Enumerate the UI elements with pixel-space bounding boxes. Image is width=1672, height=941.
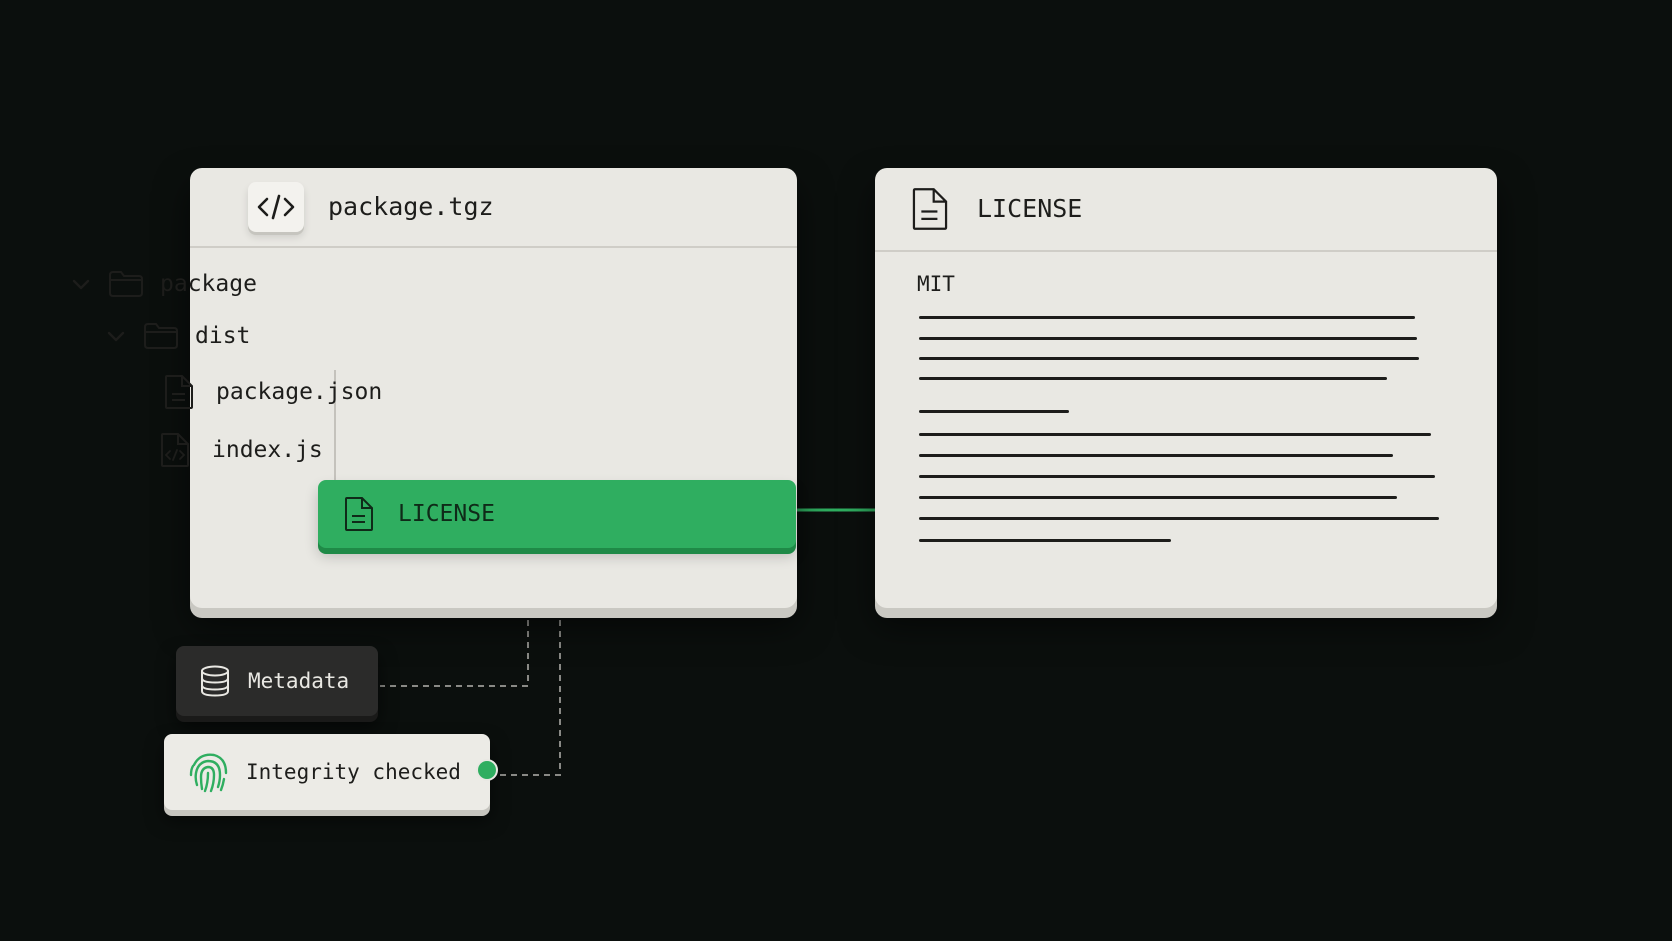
license-viewer-panel: LICENSE MIT	[875, 168, 1497, 608]
tree-item-label: index.js	[212, 437, 323, 463]
integrity-label: Integrity checked	[246, 760, 461, 784]
tree-item-label: dist	[195, 323, 251, 349]
license-text-line	[919, 496, 1397, 499]
folder-icon	[144, 323, 178, 349]
license-text-line	[919, 357, 1419, 360]
license-text-line	[919, 539, 1171, 542]
metadata-badge[interactable]: Metadata	[176, 646, 378, 716]
archive-title: package.tgz	[328, 192, 494, 221]
metadata-label: Metadata	[248, 669, 350, 693]
tree-item-label: package	[160, 271, 257, 297]
license-text-line	[919, 410, 1069, 413]
metadata-connector	[380, 620, 529, 687]
fingerprint-icon	[189, 753, 228, 793]
diagram-stage: package.tgz package dist package.json in…	[0, 0, 1672, 941]
license-text-line	[919, 433, 1431, 436]
license-text-line	[919, 517, 1439, 520]
chevron-down-icon[interactable]	[105, 325, 127, 347]
database-icon	[201, 665, 229, 697]
archive-header: package.tgz	[190, 168, 797, 248]
license-text-line	[919, 454, 1393, 457]
code-icon	[248, 182, 304, 232]
text-file-icon	[345, 497, 373, 531]
text-file-icon	[912, 188, 948, 230]
tree-item-label: package.json	[216, 379, 383, 405]
tree-item-package-folder[interactable]: package	[70, 262, 257, 306]
license-text-line	[919, 377, 1387, 380]
license-first-line: MIT	[917, 272, 955, 296]
tree-item-label: LICENSE	[398, 501, 495, 527]
tree-item-license-selected[interactable]: LICENSE	[318, 480, 796, 548]
license-text-line	[919, 316, 1415, 319]
tree-item-dist-folder[interactable]: dist	[105, 314, 250, 358]
integrity-badge[interactable]: Integrity checked	[164, 734, 490, 810]
license-text-line	[919, 337, 1417, 340]
tree-item-index-js[interactable]: index.js	[158, 428, 323, 472]
text-file-icon	[165, 375, 193, 409]
license-viewer-header: LICENSE	[875, 168, 1497, 252]
chevron-down-icon[interactable]	[70, 273, 92, 295]
tree-item-package-json[interactable]: package.json	[162, 370, 382, 414]
code-file-icon	[161, 433, 189, 467]
license-viewer-title: LICENSE	[977, 194, 1083, 223]
integrity-status-dot	[478, 761, 496, 779]
folder-icon	[109, 271, 143, 297]
license-text-line	[919, 475, 1435, 478]
